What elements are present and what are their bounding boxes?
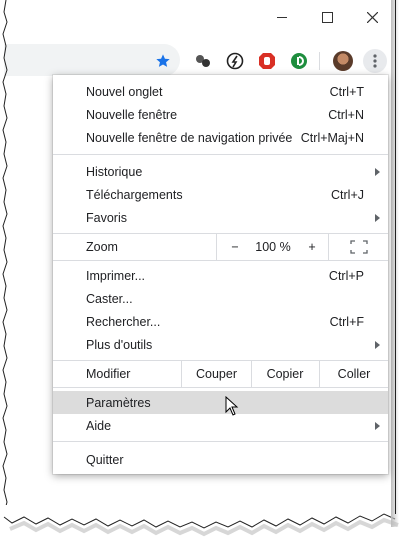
paste-button[interactable]: Coller — [320, 361, 388, 387]
menu-separator — [216, 234, 217, 260]
menu-item-downloads[interactable]: Téléchargements Ctrl+J — [53, 183, 388, 206]
extension-stop-icon — [259, 53, 275, 69]
menu-button[interactable] — [363, 49, 387, 73]
close-button[interactable] — [349, 0, 395, 34]
zoom-in-button[interactable]: + — [297, 234, 327, 260]
menu-item-settings[interactable]: Paramètres — [53, 391, 388, 414]
menu-item-label: Caster... — [86, 291, 133, 306]
extension-button-2[interactable] — [224, 50, 246, 72]
extension-button-3[interactable] — [256, 50, 278, 72]
maximize-icon — [321, 11, 333, 23]
menu-item-history[interactable]: Historique — [53, 160, 388, 183]
menu-item-cast[interactable]: Caster... — [53, 287, 388, 310]
minimize-icon — [277, 16, 287, 18]
menu-item-label: Aide — [86, 418, 112, 433]
menu-item-new-tab[interactable]: Nouvel onglet Ctrl+T — [53, 80, 388, 103]
maximize-button[interactable] — [304, 0, 350, 34]
menu-item-label: Rechercher... — [86, 314, 161, 329]
menu-item-new-window[interactable]: Nouvelle fenêtre Ctrl+N — [53, 103, 388, 126]
submenu-arrow-icon — [375, 421, 380, 430]
chrome-main-menu: Nouvel onglet Ctrl+T Nouvelle fenêtre Ct… — [53, 75, 388, 474]
menu-edit-row: Modifier Couper Copier Coller — [53, 361, 388, 387]
menu-separator — [53, 154, 388, 155]
menu-separator — [328, 234, 329, 260]
menu-item-label: Nouvelle fenêtre de navigation privée — [86, 130, 293, 145]
menu-item-shortcut: Ctrl+T — [329, 84, 364, 99]
menu-zoom-row: Zoom − 100 % + — [53, 234, 388, 260]
browser-toolbar — [4, 44, 395, 78]
menu-item-shortcut: Ctrl+J — [331, 187, 364, 202]
menu-item-find[interactable]: Rechercher... Ctrl+F — [53, 310, 388, 333]
menu-item-new-incognito-window[interactable]: Nouvelle fenêtre de navigation privée Ct… — [53, 126, 388, 149]
fullscreen-icon — [350, 240, 368, 254]
menu-item-label: Nouvelle fenêtre — [86, 107, 178, 122]
extension-button-4[interactable] — [288, 50, 310, 72]
menu-item-label: Favoris — [86, 210, 127, 225]
zoom-label: Zoom — [86, 240, 118, 254]
extension-speed-icon — [226, 52, 244, 70]
toolbar-divider — [319, 52, 320, 70]
zoom-level-value: 100 % — [255, 240, 291, 254]
menu-separator — [53, 260, 388, 261]
submenu-arrow-icon — [375, 167, 380, 176]
menu-item-bookmarks[interactable]: Favoris — [53, 206, 388, 229]
window-border-right — [395, 0, 396, 514]
fullscreen-button[interactable] — [338, 234, 380, 260]
copy-button[interactable]: Copier — [252, 361, 318, 387]
bookmark-star-button[interactable] — [152, 50, 174, 72]
menu-item-label: Quitter — [86, 452, 124, 467]
menu-item-shortcut: Ctrl+F — [329, 314, 364, 329]
menu-separator — [53, 387, 388, 388]
extension-green-d-icon — [291, 53, 307, 69]
zoom-out-button[interactable]: − — [221, 234, 249, 260]
title-bar — [4, 0, 395, 34]
minimize-button[interactable] — [259, 0, 305, 34]
cut-button[interactable]: Couper — [182, 361, 251, 387]
menu-item-shortcut: Ctrl+Maj+N — [300, 130, 364, 145]
menu-item-label: Téléchargements — [86, 187, 183, 202]
submenu-arrow-icon — [375, 340, 380, 349]
menu-item-more-tools[interactable]: Plus d'outils — [53, 333, 388, 356]
submenu-arrow-icon — [375, 213, 380, 222]
menu-item-shortcut: Ctrl+P — [328, 268, 364, 283]
mouse-cursor-icon — [225, 396, 239, 416]
edit-label: Modifier — [86, 367, 131, 381]
menu-item-exit[interactable]: Quitter — [53, 448, 388, 471]
close-icon — [366, 11, 378, 23]
extension-button-1[interactable] — [192, 50, 214, 72]
extension-dots-icon — [196, 55, 210, 67]
profile-avatar — [333, 51, 353, 71]
profile-button[interactable] — [332, 50, 354, 72]
star-icon — [156, 54, 170, 67]
menu-item-print[interactable]: Imprimer... Ctrl+P — [53, 264, 388, 287]
menu-item-label: Imprimer... — [86, 268, 146, 283]
menu-item-help[interactable]: Aide — [53, 414, 388, 437]
menu-item-label: Plus d'outils — [86, 337, 153, 352]
torn-edge-left — [2, 0, 8, 515]
menu-item-label: Paramètres — [86, 395, 151, 410]
menu-separator — [53, 441, 388, 442]
menu-item-label: Historique — [86, 164, 143, 179]
torn-edge-bottom — [0, 505, 407, 537]
menu-item-shortcut: Ctrl+N — [328, 107, 364, 122]
menu-kebab-icon — [373, 54, 377, 68]
menu-item-label: Nouvel onglet — [86, 84, 163, 99]
